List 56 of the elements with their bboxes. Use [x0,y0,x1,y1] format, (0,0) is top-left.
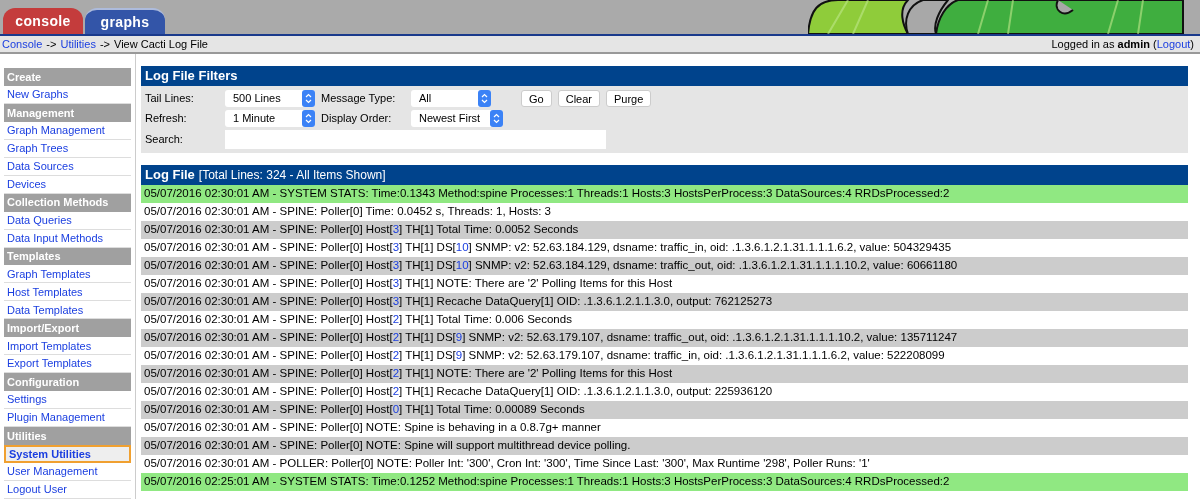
sidebar-heading: Import/Export [4,319,131,338]
breadcrumb-text: View Cacti Log File [114,36,208,52]
sidebar-item[interactable]: System Utilities [4,445,131,463]
log-line: 05/07/2016 02:25:01 AM - SYSTEM STATS: Time:0.1252 Method:spine Processes:1 Threads:1 Hosts:3 HostsPerProcess:3 DataSources:4 RRDsProcessed:2 [144,474,950,490]
log-line: 05/07/2016 02:30:01 AM - SPINE: Poller[0] Host[0] TH[1] Total Time: 0.00089 Seconds [144,402,585,418]
log-line: 05/07/2016 02:30:01 AM - POLLER: Poller[0] NOTE: Poller Int: '300', Cron Int: '300', Time Since Last: '300', Max Runtime '298', Poller Runs: '1' [144,456,870,472]
log-line: 05/07/2016 02:30:01 AM - SPINE: Poller[0] Host[2] TH[1] NOTE: There are '2' Polling Items for this Host [144,366,673,382]
dropdown[interactable]: Newest First [411,110,503,127]
sidebar-heading: Configuration [4,373,131,392]
breadcrumb-text: -> [99,36,110,52]
stepper-icon [478,90,491,107]
filter-button[interactable]: Clear [557,90,600,107]
field-label: Search: [145,132,184,148]
sidebar-heading: Utilities [4,427,131,445]
log-line: 05/07/2016 02:30:01 AM - SPINE: Poller[0] Time: 0.0452 s, Threads: 1, Hosts: 3 [144,204,551,220]
paren: ) [1190,36,1194,52]
breadcrumb-link[interactable]: Console [2,35,43,53]
filter-button[interactable]: Purge [606,90,652,107]
nav-tab[interactable]: console [3,8,83,34]
sidebar-heading: Create [4,68,131,86]
stepper-icon [302,110,315,127]
log-line: 05/07/2016 02:30:01 AM - SPINE: Poller[0] Host[2] TH[1] DS[9] SNMP: v2: 52.63.179.107, dsname: traffic_in, oid: .1.3.6.1.2.1.31.1.1.1.6.2, value: 522208099 [144,348,945,364]
field-label: Refresh: [145,111,188,127]
log-line: 05/07/2016 02:30:01 AM - SPINE: Poller[0] Host[3] TH[1] NOTE: There are '2' Polling Items for this Host [144,276,673,292]
log-link[interactable]: 10 [455,241,469,254]
search-field[interactable] [225,130,606,149]
log-line: 05/07/2016 02:30:01 AM - SPINE: Poller[0] NOTE: Spine is behaving in a 0.8.7g+ manner [144,420,601,436]
log-line: 05/07/2016 02:30:01 AM - SYSTEM STATS: Time:0.1343 Method:spine Processes:1 Threads:1 Hosts:3 HostsPerProcess:3 DataSources:4 RRDsProcessed:2 [144,186,950,202]
log-line: 05/07/2016 02:30:01 AM - SPINE: Poller[0] Host[2] TH[1] DS[9] SNMP: v2: 52.63.179.107, dsname: traffic_out, oid: .1.3.6.1.2.1.31.1.1.1.10.2, value: 135711247 [144,330,958,346]
log-link[interactable]: 10 [455,259,469,272]
dropdown[interactable]: 500 Lines [225,90,315,107]
stepper-icon [490,110,503,127]
log-line: 05/07/2016 02:30:01 AM - SPINE: Poller[0] NOTE: Spine will support multithread device polling. [144,438,631,454]
log-summary: [Total Lines: 324 - All Items Shown] [198,167,386,184]
filter-button[interactable]: Go [521,90,552,107]
nav-tab[interactable]: graphs [85,8,165,34]
field-label: Message Type: [320,91,397,107]
log-line: 05/07/2016 02:30:01 AM - SPINE: Poller[0] Host[3] TH[1] DS[10] SNMP: v2: 52.63.184.129, dsname: traffic_in, oid: .1.3.6.1.2.1.31.1.1.1.6.2, value: 504329435 [144,240,952,256]
panel-title: Log File [145,166,195,185]
panel-title: Log File Filters [141,66,1188,86]
breadcrumb-link[interactable]: Utilities [60,35,96,53]
log-line: 05/07/2016 02:30:01 AM - SPINE: Poller[0] Host[2] TH[1] Recache DataQuery[1] OID: .1.3.6.1.2.1.1.3.0, output: 225936120 [144,384,773,400]
field-label: Tail Lines: [145,91,195,107]
stepper-icon [302,90,315,107]
paren: ( [1152,36,1157,52]
username: admin [1117,36,1150,52]
dropdown[interactable]: All [411,90,491,107]
log-line: 05/07/2016 02:30:01 AM - SPINE: Poller[0] Host[2] TH[1] Total Time: 0.006 Seconds [144,312,572,328]
field-label: Display Order: [320,111,393,127]
log-line: 05/07/2016 02:30:01 AM - SPINE: Poller[0] Host[3] TH[1] Total Time: 0.0052 Seconds [144,222,579,238]
log-line: 05/07/2016 02:30:01 AM - SPINE: Poller[0] Host[3] TH[1] DS[10] SNMP: v2: 52.63.184.129, dsname: traffic_out, oid: .1.3.6.1.2.1.31.1.1.1.10.2, value: 60661180 [144,258,958,274]
dropdown[interactable]: 1 Minute [225,110,315,127]
breadcrumb-text: -> [46,36,57,52]
logout-link[interactable]: Logout [1156,35,1191,53]
log-line: 05/07/2016 02:30:01 AM - SPINE: Poller[0] Host[3] TH[1] Recache DataQuery[1] OID: .1.3.6.1.2.1.1.3.0, output: 762125273 [144,294,773,310]
login-text: Logged in as [1051,36,1116,52]
